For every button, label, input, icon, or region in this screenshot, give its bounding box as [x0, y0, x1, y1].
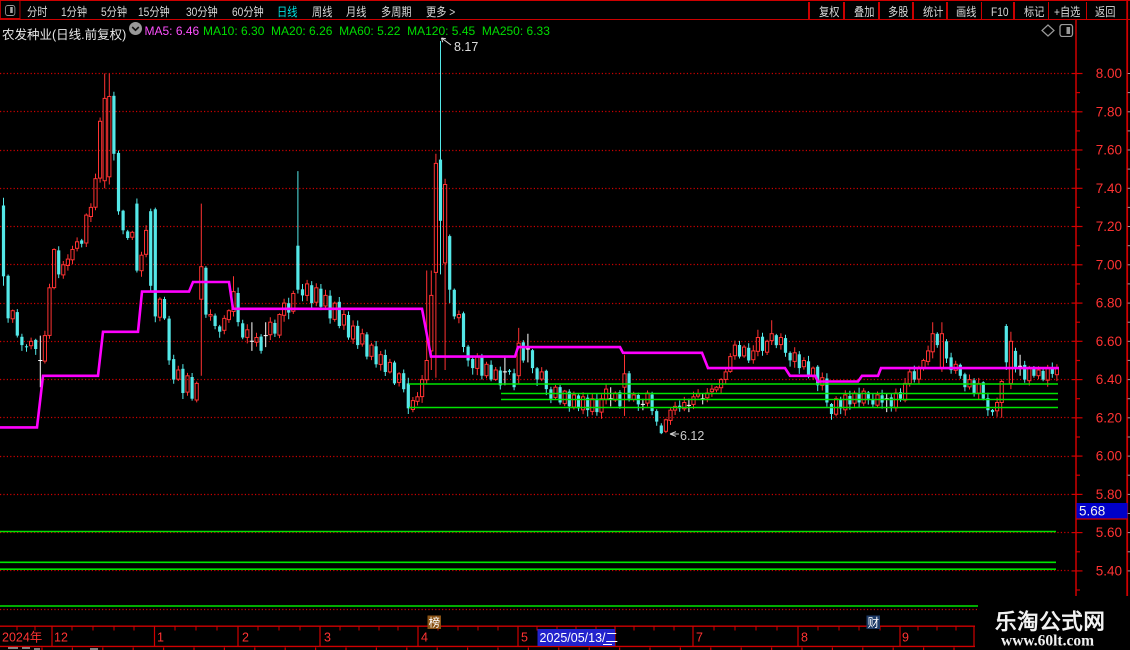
- svg-text:3: 3: [324, 631, 331, 645]
- svg-text:乐淘公式网: 乐淘公式网: [995, 609, 1106, 634]
- svg-text:7: 7: [696, 631, 703, 645]
- svg-text:5.80: 5.80: [1096, 487, 1122, 502]
- svg-text:1: 1: [157, 631, 164, 645]
- svg-text:5.40: 5.40: [1096, 563, 1122, 578]
- svg-text:财: 财: [868, 616, 880, 630]
- svg-text:8: 8: [801, 631, 808, 645]
- svg-text:5.68: 5.68: [1079, 504, 1105, 519]
- svg-text:2024年: 2024年: [2, 631, 42, 645]
- svg-text:6.40: 6.40: [1096, 372, 1122, 387]
- svg-text:www.60lt.com: www.60lt.com: [1001, 633, 1094, 650]
- svg-text:5: 5: [521, 631, 528, 645]
- svg-text:9: 9: [902, 631, 909, 645]
- svg-text:7.80: 7.80: [1096, 104, 1122, 119]
- svg-text:8.00: 8.00: [1096, 66, 1122, 81]
- svg-text:7.40: 7.40: [1096, 181, 1122, 196]
- svg-text:7.20: 7.20: [1096, 219, 1122, 234]
- svg-text:6.60: 6.60: [1096, 334, 1122, 349]
- svg-text:2: 2: [242, 631, 249, 645]
- svg-text:榜: 榜: [429, 616, 441, 630]
- svg-text:7.60: 7.60: [1096, 143, 1122, 158]
- svg-text:2025/05/13/二: 2025/05/13/二: [540, 631, 619, 645]
- svg-text:6.80: 6.80: [1096, 296, 1122, 311]
- svg-text:12: 12: [54, 631, 68, 645]
- svg-text:6.00: 6.00: [1096, 449, 1122, 464]
- svg-text:6.12: 6.12: [680, 429, 704, 443]
- svg-text:7.00: 7.00: [1096, 257, 1122, 272]
- svg-text:5.60: 5.60: [1096, 525, 1122, 540]
- svg-text:8.17: 8.17: [454, 40, 478, 54]
- svg-text:4: 4: [421, 631, 428, 645]
- svg-text:6.20: 6.20: [1096, 410, 1122, 425]
